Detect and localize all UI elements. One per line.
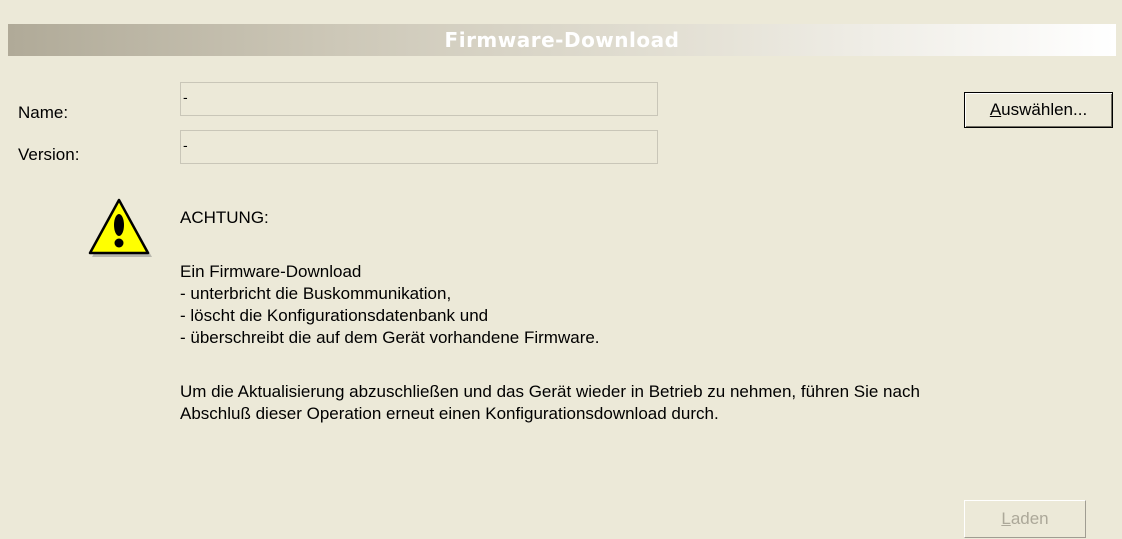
select-file-button-label: Auswählen... [989,100,1088,119]
warning-note-line: Um die Aktualisierung abzuschließen und … [180,382,920,401]
warning-item: - unterbricht die Buskommunikation, [180,284,452,303]
version-label: Version: [18,145,80,164]
version-field: - [180,130,658,164]
warning-item: - löscht die Konfigurationsdatenbank und [180,306,489,325]
warning-triangle-icon [88,198,152,257]
name-label: Name: [18,103,69,122]
dialog-title: Firmware-Download [444,28,680,52]
warning-intro: Ein Firmware-Download [180,262,362,281]
name-field: - [180,82,658,116]
load-button[interactable]: Laden [964,500,1086,538]
warning-note-line: Abschluß dieser Operation erneut einen K… [180,404,719,423]
load-button-label: Laden [1001,509,1049,528]
warning-item: - überschreibt die auf dem Gerät vorhand… [180,328,600,347]
name-value: - [183,89,188,105]
select-file-button[interactable]: Auswählen... [964,92,1113,128]
warning-heading: ACHTUNG: [180,208,269,227]
version-value: - [183,137,188,153]
dialog-title-bar: Firmware-Download [8,24,1116,56]
